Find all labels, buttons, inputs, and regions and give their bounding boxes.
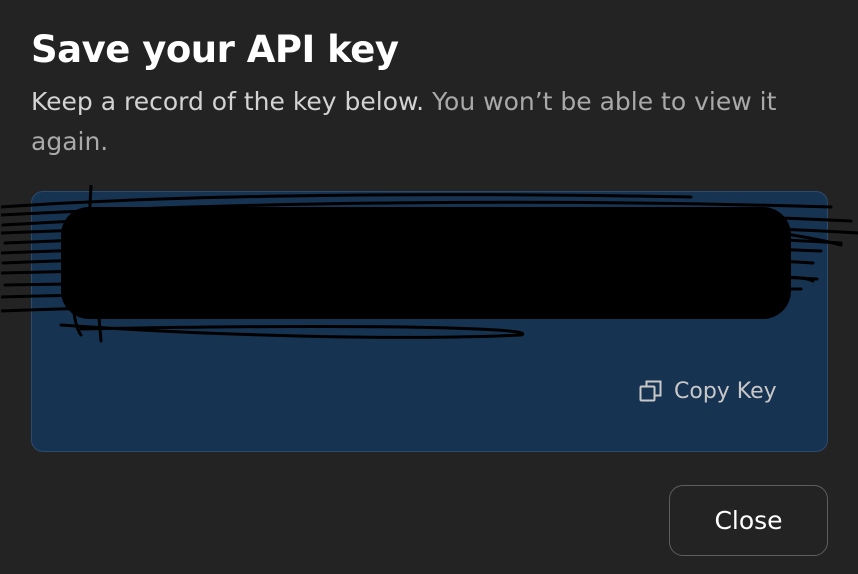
dialog-title: Save your API key: [31, 28, 399, 71]
dialog-subtitle: Keep a record of the key below. You won’…: [31, 82, 831, 162]
save-api-key-dialog: Save your API key Keep a record of the k…: [0, 0, 858, 574]
close-button[interactable]: Close: [669, 485, 828, 556]
api-key-box: Copy Key: [1, 185, 858, 452]
copy-icon: [638, 378, 664, 404]
copy-key-button[interactable]: Copy Key: [638, 376, 777, 406]
copy-key-label: Copy Key: [674, 378, 777, 404]
subtitle-main: Keep a record of the key below.: [31, 87, 425, 116]
redaction-scribble: [1, 185, 858, 343]
